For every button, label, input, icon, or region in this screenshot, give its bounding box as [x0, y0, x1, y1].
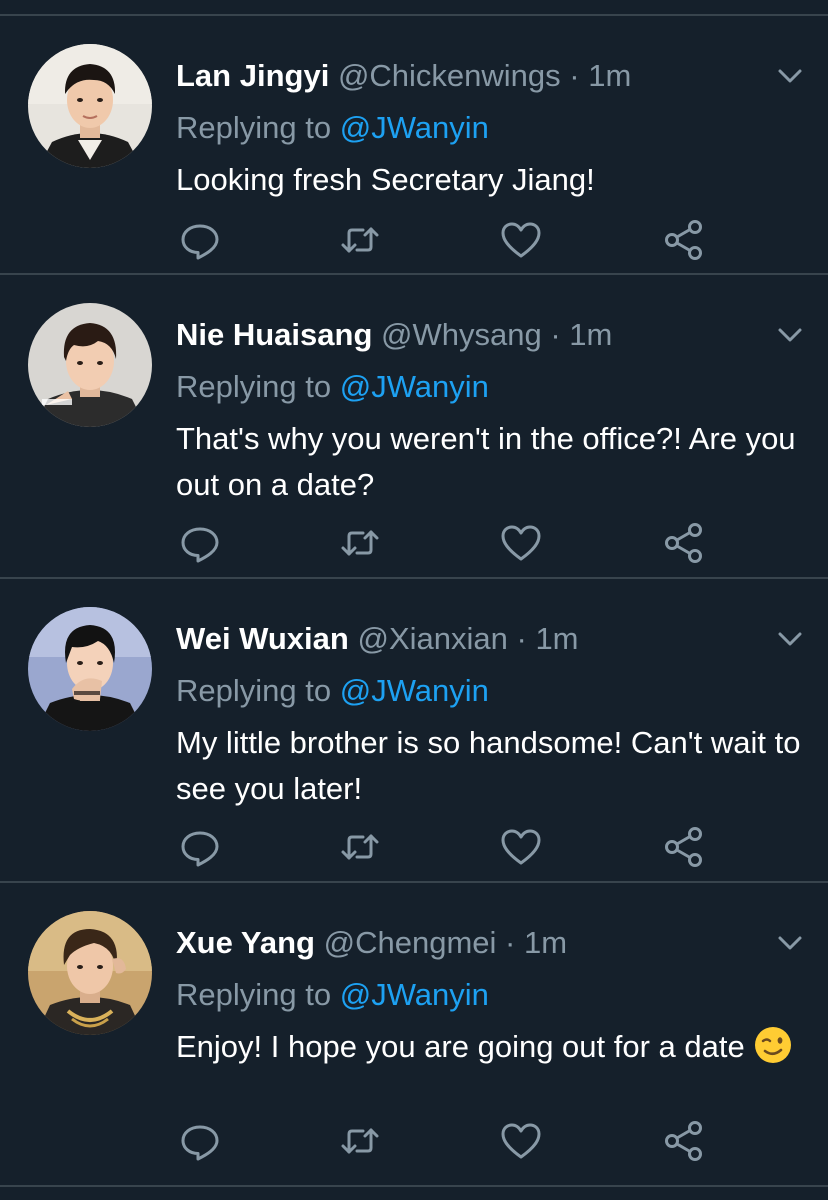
avatar[interactable]: [28, 44, 152, 168]
replying-to-line: Replying to @JWanyin: [176, 367, 489, 407]
user-handle[interactable]: @Chengmei: [324, 925, 497, 960]
replying-to-line: Replying to @JWanyin: [176, 671, 489, 711]
tweet-actions: [176, 216, 716, 264]
display-name[interactable]: Nie Huaisang: [176, 317, 372, 352]
separator-dot: ·: [505, 925, 516, 960]
replying-to-mention[interactable]: @JWanyin: [340, 369, 489, 404]
reply-icon[interactable]: [176, 823, 224, 871]
tweet-actions: [176, 519, 716, 567]
replying-to-mention[interactable]: @JWanyin: [340, 673, 489, 708]
winking-face-icon: [753, 1025, 793, 1065]
user-handle[interactable]: @Xianxian: [357, 621, 507, 656]
heart-icon[interactable]: [497, 216, 545, 264]
tweet[interactable]: Lan Jingyi @Chickenwings · 1m Replying t…: [0, 16, 828, 275]
tweet-header: Xue Yang @Chengmei · 1m: [176, 923, 567, 963]
retweet-icon[interactable]: [336, 823, 384, 871]
share-icon[interactable]: [660, 823, 708, 871]
share-icon[interactable]: [660, 216, 708, 264]
retweet-icon[interactable]: [336, 216, 384, 264]
tweet[interactable]: Xue Yang @Chengmei · 1m Replying to @JWa…: [0, 883, 828, 1187]
chevron-down-icon[interactable]: [772, 621, 808, 657]
tweet-actions: [176, 1117, 716, 1165]
user-handle[interactable]: @Chickenwings: [338, 58, 561, 93]
replying-to-label: Replying to: [176, 110, 340, 145]
chevron-down-icon[interactable]: [772, 317, 808, 353]
separator-dot: ·: [550, 317, 561, 352]
tweet-text: That's why you weren't in the office?! A…: [176, 416, 806, 508]
timestamp[interactable]: 1m: [524, 925, 567, 960]
retweet-icon[interactable]: [336, 519, 384, 567]
tweet-text-content: My little brother is so handsome! Can't …: [176, 725, 801, 806]
timestamp[interactable]: 1m: [535, 621, 578, 656]
timestamp[interactable]: 1m: [588, 58, 631, 93]
replying-to-mention[interactable]: @JWanyin: [340, 110, 489, 145]
tweet-header: Lan Jingyi @Chickenwings · 1m: [176, 56, 631, 96]
tweet-text: Enjoy! I hope you are going out for a da…: [176, 1024, 806, 1070]
display-name[interactable]: Wei Wuxian: [176, 621, 349, 656]
reply-thread: Lan Jingyi @Chickenwings · 1m Replying t…: [0, 0, 828, 1200]
avatar[interactable]: [28, 911, 152, 1035]
reply-icon[interactable]: [176, 1117, 224, 1165]
replying-to-label: Replying to: [176, 673, 340, 708]
tweet-text: My little brother is so handsome! Can't …: [176, 720, 806, 812]
tweet-text-content: That's why you weren't in the office?! A…: [176, 421, 796, 502]
tweet[interactable]: Wei Wuxian @Xianxian · 1m Replying to @J…: [0, 579, 828, 883]
tweet-text-content: Looking fresh Secretary Jiang!: [176, 162, 595, 197]
replying-to-mention[interactable]: @JWanyin: [340, 977, 489, 1012]
heart-icon[interactable]: [497, 1117, 545, 1165]
heart-icon[interactable]: [497, 519, 545, 567]
chevron-down-icon[interactable]: [772, 925, 808, 961]
display-name[interactable]: Xue Yang: [176, 925, 315, 960]
share-icon[interactable]: [660, 1117, 708, 1165]
display-name[interactable]: Lan Jingyi: [176, 58, 329, 93]
reply-icon[interactable]: [176, 216, 224, 264]
tweet[interactable]: Nie Huaisang @Whysang · 1m Replying to @…: [0, 275, 828, 579]
share-icon[interactable]: [660, 519, 708, 567]
reply-icon[interactable]: [176, 519, 224, 567]
heart-icon[interactable]: [497, 823, 545, 871]
timestamp[interactable]: 1m: [569, 317, 612, 352]
separator-dot: ·: [516, 621, 527, 656]
separator-dot: ·: [569, 58, 580, 93]
replying-to-label: Replying to: [176, 369, 340, 404]
replying-to-line: Replying to @JWanyin: [176, 975, 489, 1015]
divider: [0, 1185, 828, 1187]
replying-to-line: Replying to @JWanyin: [176, 108, 489, 148]
retweet-icon[interactable]: [336, 1117, 384, 1165]
replying-to-label: Replying to: [176, 977, 340, 1012]
user-handle[interactable]: @Whysang: [381, 317, 542, 352]
tweet-text: Looking fresh Secretary Jiang!: [176, 157, 806, 203]
avatar[interactable]: [28, 303, 152, 427]
tweet-actions: [176, 823, 716, 871]
tweet-header: Nie Huaisang @Whysang · 1m: [176, 315, 612, 355]
tweet-text-content: Enjoy! I hope you are going out for a da…: [176, 1029, 745, 1064]
tweet-header: Wei Wuxian @Xianxian · 1m: [176, 619, 579, 659]
chevron-down-icon[interactable]: [772, 58, 808, 94]
avatar[interactable]: [28, 607, 152, 731]
